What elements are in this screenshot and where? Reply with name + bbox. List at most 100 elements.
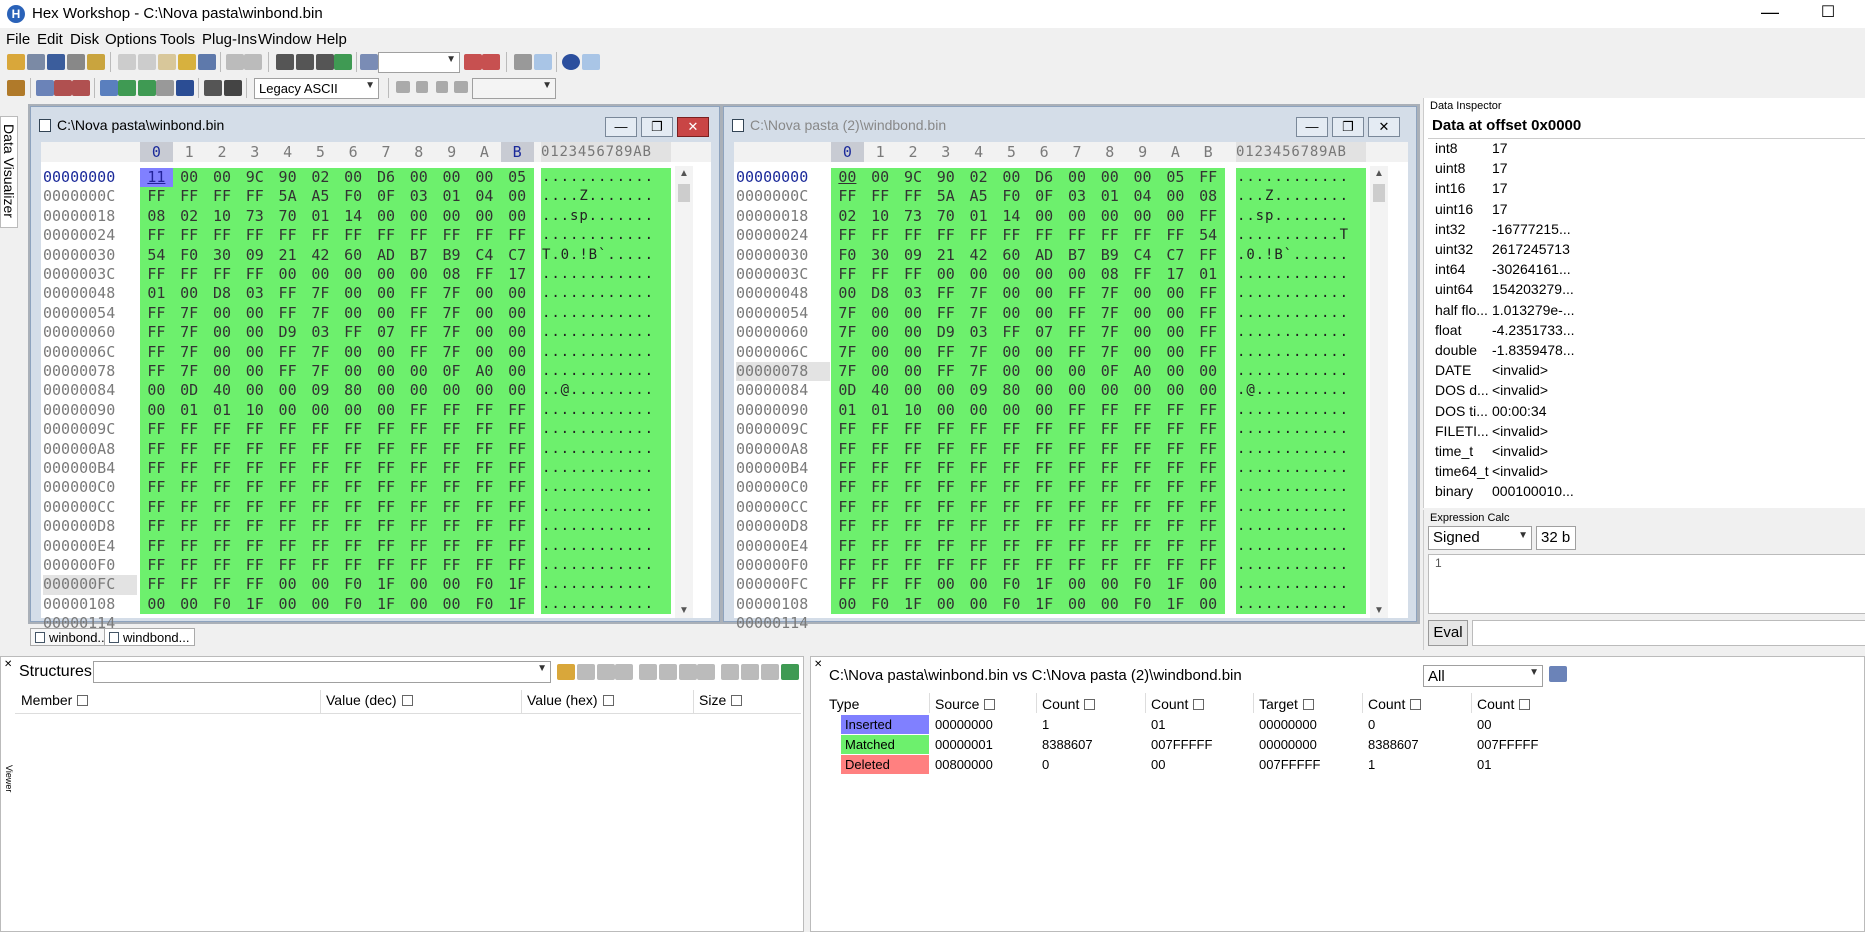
hex-byte[interactable]: 1F [1028,595,1061,614]
hex-byte[interactable]: FF [337,498,370,517]
document-window-right[interactable]: C:\Nova pasta (2)\windbond.bin — ❐ ✕ 012… [723,106,1417,632]
hex-row[interactable]: FF FF FF FF FF FF FF FF FF FF FF FF [140,537,534,556]
prev-icon[interactable] [416,81,428,93]
hex-byte[interactable]: FF [831,517,864,536]
compare-cell[interactable]: 1 [1368,755,1375,774]
hex-byte[interactable]: A5 [962,187,995,206]
hex-byte[interactable]: 00 [929,381,962,400]
print-icon[interactable] [67,54,85,70]
hex-byte[interactable]: 7F [1093,343,1126,362]
hex-byte[interactable]: FF [897,575,930,594]
hex-byte[interactable]: 00 [1126,207,1159,226]
row-offset[interactable]: 00000084 [43,381,137,400]
hex-byte[interactable]: 00 [1159,381,1192,400]
save-icon[interactable] [47,54,65,70]
ascii-row[interactable]: ............ [541,265,654,284]
eval-result-field[interactable] [1472,620,1865,646]
hex-byte[interactable]: FF [271,226,304,245]
hex-row[interactable]: FF FF FF FF FF FF FF FF FF FF FF FF [140,226,534,245]
hex-byte[interactable]: 00 [370,304,403,323]
compare-cell[interactable]: 01 [1477,755,1491,774]
hex-byte[interactable]: 00 [140,381,173,400]
inspector-row[interactable]: double -1.8359478... [1430,342,1860,362]
row-offset[interactable]: 000000CC [43,498,137,517]
column-options-icon[interactable] [1193,699,1205,710]
hex-view-right[interactable]: 0 1 2 3 4 5 6 7 8 9 A B 0123456789AB 00000000 0000000C… [734,142,1408,632]
hex-byte[interactable]: FF [238,187,271,206]
scroll-thumb[interactable] [1373,184,1385,202]
hex-byte[interactable]: 17 [501,265,534,284]
hex-byte[interactable]: FF [435,478,468,497]
hex-byte[interactable]: 00 [1159,323,1192,342]
hex-byte[interactable]: FF [435,440,468,459]
hex-byte[interactable]: 00 [271,265,304,284]
hex-byte[interactable]: FF [238,498,271,517]
hex-byte[interactable]: FF [831,226,864,245]
hex-byte[interactable]: 00 [1061,575,1094,594]
hex-byte[interactable]: 10 [897,401,930,420]
expand-icon[interactable] [639,664,657,680]
hex-byte[interactable]: FF [1028,478,1061,497]
hex-byte[interactable]: FF [995,420,1028,439]
compare-column-header[interactable]: Count [1042,696,1096,712]
hex-byte[interactable]: FF [140,459,173,478]
open-icon[interactable] [7,54,25,70]
struct-copy-icon[interactable] [721,664,739,680]
hex-byte[interactable]: FF [929,304,962,323]
hex-row[interactable]: F0 30 09 21 42 60 AD B7 B9 C4 C7 FF [831,246,1225,265]
hex-row[interactable]: FF FF FF FF FF FF FF FF FF FF FF FF [140,498,534,517]
hex-byte[interactable]: 00 [1061,265,1094,284]
statistics-icon[interactable] [176,80,194,96]
hex-byte[interactable]: FF [468,498,501,517]
intel-icon[interactable] [582,54,600,70]
hex-byte[interactable]: FF [402,537,435,556]
hex-row[interactable]: FF FF FF FF FF FF FF FF FF FF FF FF [140,556,534,575]
ascii-row[interactable]: ............ [541,517,654,536]
inspector-value[interactable]: 000100010... [1492,483,1574,499]
hex-byte[interactable]: FF [1192,498,1225,517]
column-header[interactable]: B [1192,142,1225,162]
hex-byte[interactable]: B9 [1093,246,1126,265]
hex-byte[interactable]: 00 [929,575,962,594]
hex-byte[interactable]: FF [271,459,304,478]
column-header[interactable]: Value (hex) [527,692,614,708]
collapse-icon[interactable] [659,664,677,680]
doc-minimize-button[interactable]: — [605,117,637,137]
doc-restore-button[interactable]: ❐ [1332,117,1364,137]
hex-byte[interactable]: 00 [468,323,501,342]
column-options-icon[interactable] [1410,699,1422,710]
inspector-row[interactable]: FILETI... <invalid> [1430,423,1860,443]
inspector-value[interactable]: 17 [1492,140,1508,156]
hex-byte[interactable]: FF [929,478,962,497]
hex-byte[interactable]: FF [897,556,930,575]
hex-byte[interactable]: FF [304,459,337,478]
ascii-row[interactable]: ............ [541,595,654,614]
hex-byte[interactable]: FF [271,537,304,556]
hex-byte[interactable]: 01 [173,401,206,420]
ascii-row[interactable]: ............ [1236,556,1349,575]
row-offset[interactable]: 00000054 [43,304,137,323]
compare-icon[interactable] [36,80,54,96]
column-header[interactable]: 5 [304,142,337,162]
hex-byte[interactable]: FF [337,556,370,575]
hex-byte[interactable]: 00 [206,343,239,362]
hex-byte[interactable]: FF [501,478,534,497]
hex-byte[interactable]: 00 [1126,168,1159,187]
hex-byte[interactable]: 1F [1159,575,1192,594]
hex-byte[interactable]: FF [1061,343,1094,362]
row-offset[interactable]: 00000090 [43,401,137,420]
hex-byte[interactable]: FF [864,459,897,478]
compare-options-icon[interactable] [1549,666,1567,682]
hex-byte[interactable]: 00 [831,595,864,614]
hex-byte[interactable]: FF [1028,440,1061,459]
hex-byte[interactable]: 00 [1126,343,1159,362]
hex-byte[interactable]: FF [995,556,1028,575]
row-offset[interactable]: 000000A8 [43,440,137,459]
hex-row[interactable]: 01 00 D8 03 FF 7F 00 00 FF 7F 00 00 [140,284,534,303]
hex-byte[interactable]: 00 [1028,304,1061,323]
hex-byte[interactable]: 0F [435,362,468,381]
hex-byte[interactable]: FF [271,304,304,323]
hex-byte[interactable]: FF [1192,459,1225,478]
hex-byte[interactable]: 00 [864,168,897,187]
base-10-icon[interactable] [514,54,532,70]
